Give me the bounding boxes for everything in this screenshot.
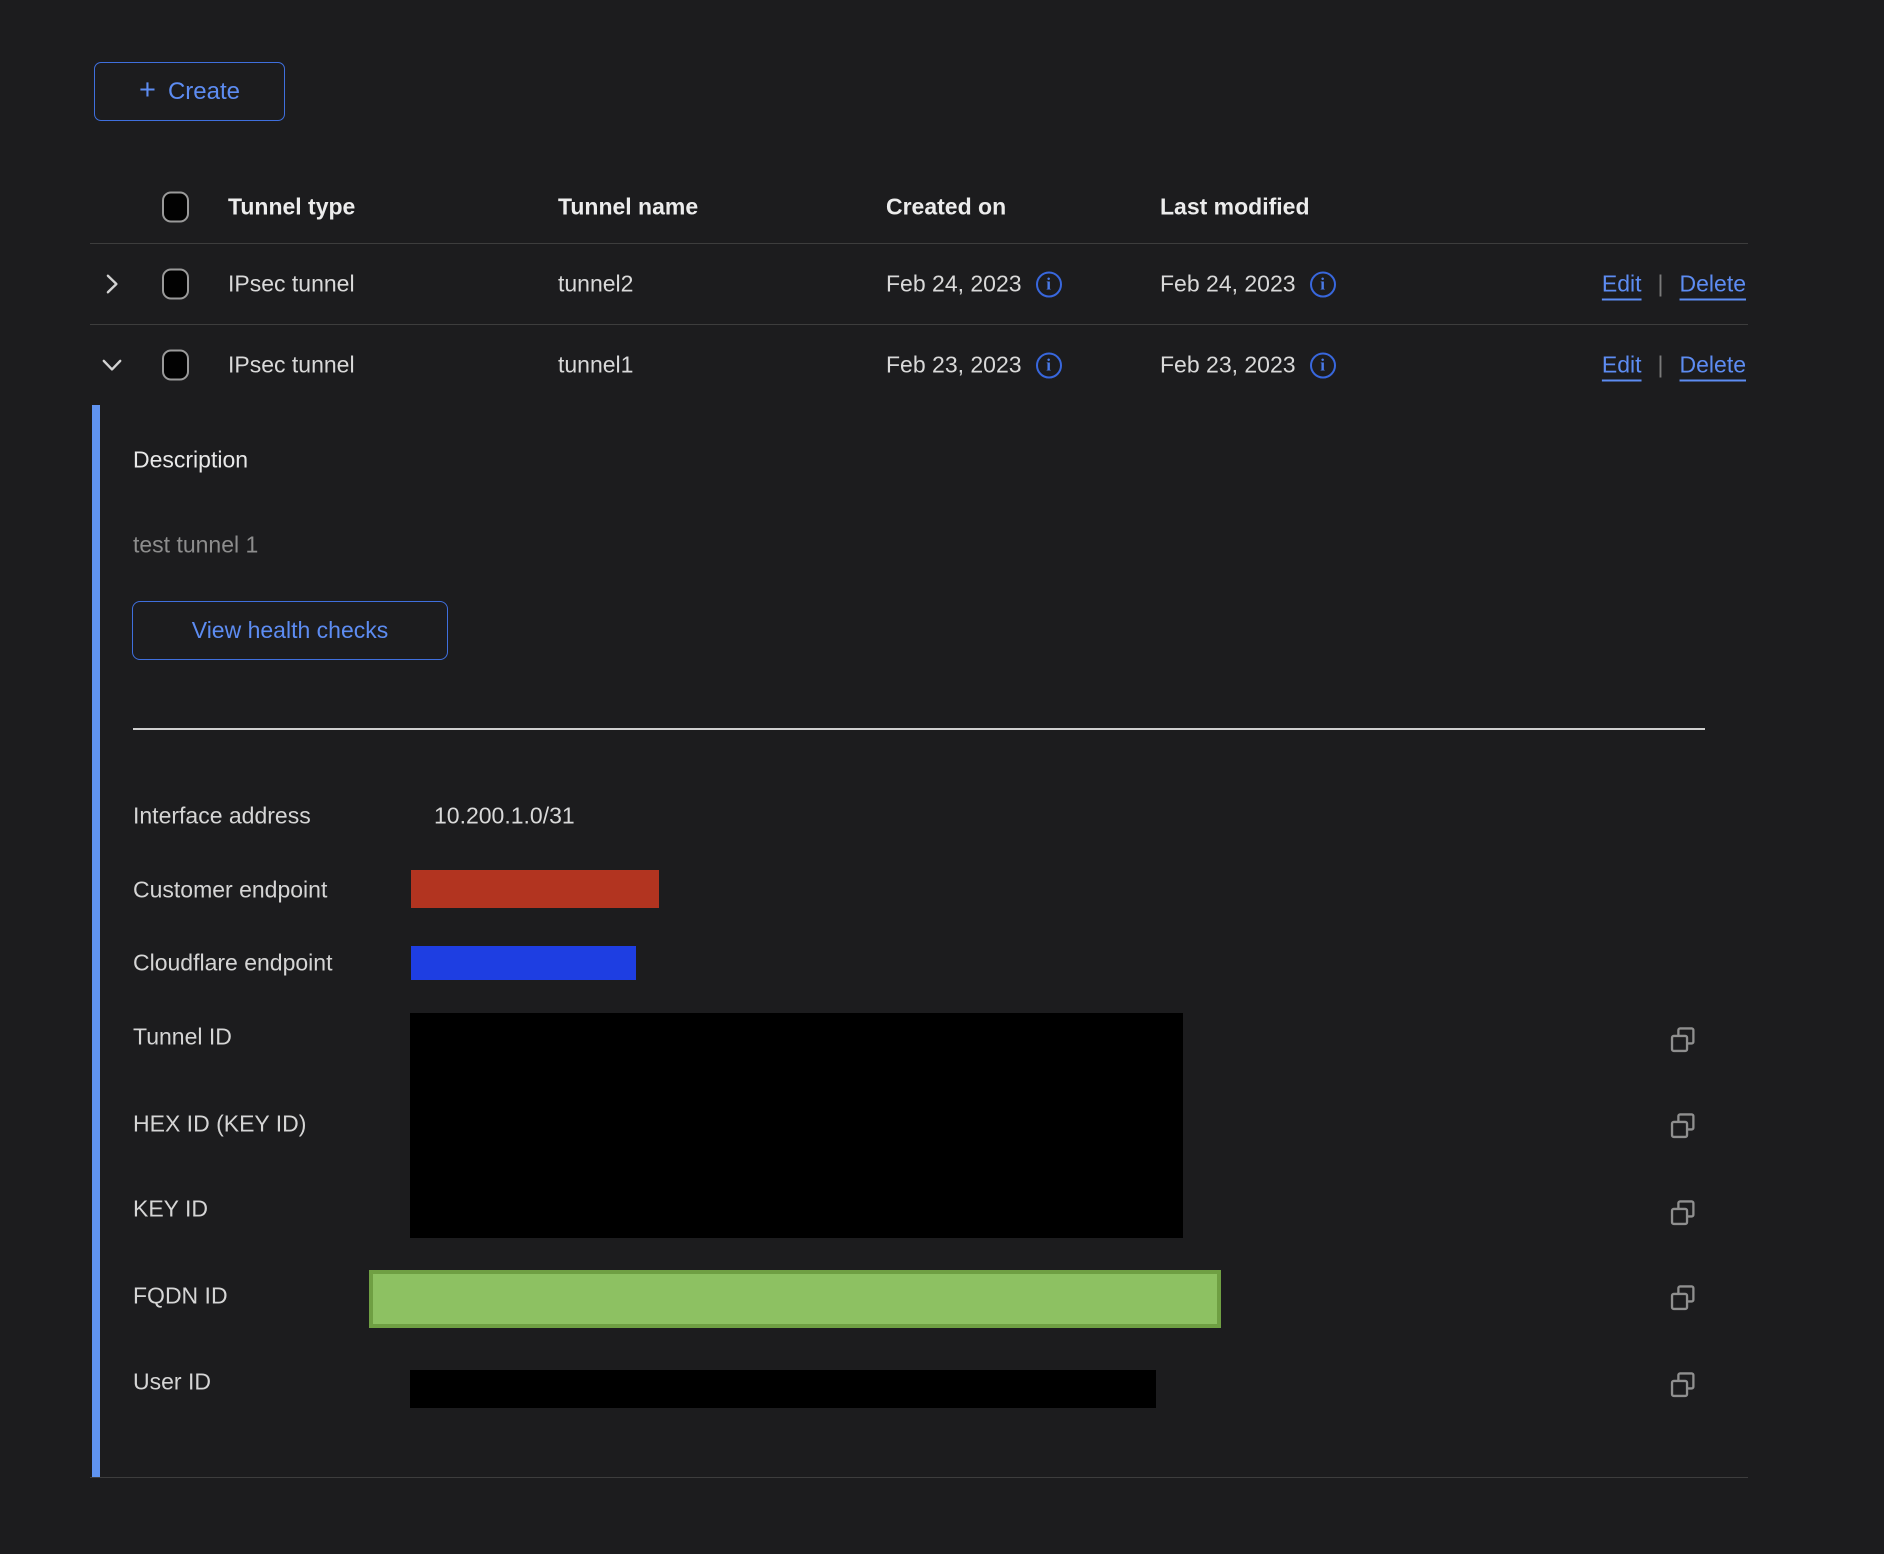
customer-endpoint-redacted-value [411, 870, 659, 908]
action-separator: | [1658, 352, 1664, 379]
tunnel-type-cell: IPsec tunnel [228, 271, 355, 298]
plus-icon: + [139, 74, 156, 107]
last-modified-cell: Feb 24, 2023 i [1160, 271, 1336, 298]
info-icon[interactable]: i [1036, 271, 1062, 297]
interface-address-label: Interface address [133, 803, 311, 830]
table-row: IPsec tunnel tunnel1 Feb 23, 2023 i Feb … [90, 325, 1748, 405]
tunnel-type-cell: IPsec tunnel [228, 352, 355, 379]
header-created-on: Created on [886, 193, 1006, 220]
fqdn-id-label: FQDN ID [133, 1283, 228, 1310]
create-button-label: Create [168, 78, 240, 106]
description-label: Description [133, 447, 248, 474]
interface-address-value: 10.200.1.0/31 [434, 803, 575, 830]
action-separator: | [1658, 271, 1664, 298]
copy-key-id-icon[interactable] [1668, 1198, 1698, 1228]
section-divider [133, 728, 1705, 730]
chevron-down-icon[interactable] [98, 351, 126, 379]
tunnel-detail-panel: Description test tunnel 1 View health ch… [90, 405, 1748, 1478]
key-id-label: KEY ID [133, 1196, 208, 1223]
table-header-row: Tunnel type Tunnel name Created on Last … [90, 170, 1748, 244]
copy-user-id-icon[interactable] [1668, 1370, 1698, 1400]
expanded-row-accent-bar [92, 405, 100, 1477]
chevron-right-icon[interactable] [98, 270, 126, 298]
copy-hex-id-icon[interactable] [1668, 1111, 1698, 1141]
header-tunnel-name: Tunnel name [558, 193, 698, 220]
created-on-date: Feb 24, 2023 [886, 271, 1022, 298]
copy-fqdn-id-icon[interactable] [1668, 1283, 1698, 1313]
row-actions: Edit | Delete [1602, 271, 1746, 298]
delete-link[interactable]: Delete [1680, 271, 1746, 298]
select-row-checkbox[interactable] [162, 350, 189, 381]
cloudflare-endpoint-redacted-value [411, 946, 636, 980]
select-all-checkbox[interactable] [162, 191, 189, 222]
info-icon[interactable]: i [1310, 271, 1336, 297]
view-health-checks-button[interactable]: View health checks [132, 601, 448, 660]
select-row-checkbox[interactable] [162, 269, 189, 300]
edit-link[interactable]: Edit [1602, 271, 1642, 298]
edit-link[interactable]: Edit [1602, 352, 1642, 379]
info-icon[interactable]: i [1310, 352, 1336, 378]
fqdn-id-redacted-value [369, 1270, 1221, 1328]
row-actions: Edit | Delete [1602, 352, 1746, 379]
tunnel-name-cell: tunnel2 [558, 271, 633, 298]
ids-redacted-value [410, 1013, 1183, 1238]
delete-link[interactable]: Delete [1680, 352, 1746, 379]
table-row: IPsec tunnel tunnel2 Feb 24, 2023 i Feb … [90, 244, 1748, 325]
customer-endpoint-label: Customer endpoint [133, 877, 327, 904]
tunnels-table: Tunnel type Tunnel name Created on Last … [90, 170, 1748, 1478]
created-on-cell: Feb 23, 2023 i [886, 352, 1062, 379]
last-modified-date: Feb 23, 2023 [1160, 352, 1296, 379]
header-last-modified: Last modified [1160, 193, 1310, 220]
last-modified-date: Feb 24, 2023 [1160, 271, 1296, 298]
tunnels-page: + Create Tunnel type Tunnel name Created… [0, 0, 1884, 1554]
header-tunnel-type: Tunnel type [228, 193, 355, 220]
user-id-label: User ID [133, 1369, 211, 1396]
create-button[interactable]: + Create [94, 62, 285, 121]
last-modified-cell: Feb 23, 2023 i [1160, 352, 1336, 379]
hex-id-label: HEX ID (KEY ID) [133, 1111, 306, 1138]
info-icon[interactable]: i [1036, 352, 1062, 378]
created-on-cell: Feb 24, 2023 i [886, 271, 1062, 298]
tunnel-name-cell: tunnel1 [558, 352, 633, 379]
user-id-redacted-value [410, 1370, 1156, 1408]
cloudflare-endpoint-label: Cloudflare endpoint [133, 950, 332, 977]
tunnel-id-label: Tunnel ID [133, 1024, 232, 1051]
created-on-date: Feb 23, 2023 [886, 352, 1022, 379]
description-value: test tunnel 1 [133, 532, 258, 559]
copy-tunnel-id-icon[interactable] [1668, 1025, 1698, 1055]
